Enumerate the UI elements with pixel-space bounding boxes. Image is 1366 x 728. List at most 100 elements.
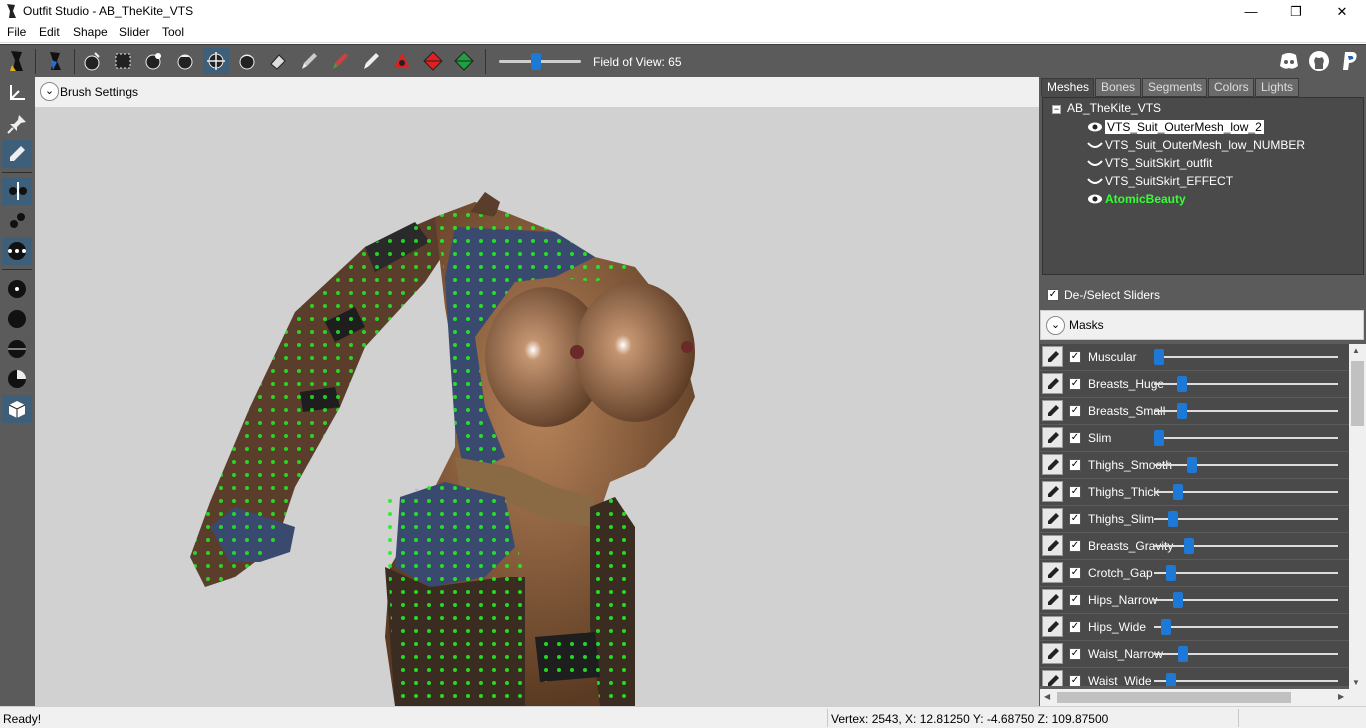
discord-button[interactable] bbox=[1276, 48, 1302, 74]
slider-edit-button[interactable] bbox=[1042, 427, 1063, 448]
outfit-mesh-render[interactable] bbox=[35, 107, 1039, 706]
slider-edit-button[interactable] bbox=[1042, 508, 1063, 529]
pin-tool-button[interactable] bbox=[2, 110, 32, 138]
slider-checkbox[interactable]: ✓ bbox=[1069, 486, 1081, 498]
slider-track[interactable] bbox=[1154, 626, 1338, 628]
mask-tool-button[interactable] bbox=[110, 48, 136, 74]
slider-thumb[interactable] bbox=[1176, 403, 1187, 419]
minimize-button[interactable]: — bbox=[1228, 0, 1274, 23]
pivot-tool-button[interactable] bbox=[420, 48, 446, 74]
slider-thumb[interactable] bbox=[1154, 430, 1164, 446]
slider-checkbox[interactable]: ✓ bbox=[1069, 378, 1081, 390]
eye-closed-icon[interactable] bbox=[1087, 175, 1103, 187]
slider-edit-button[interactable] bbox=[1042, 454, 1063, 475]
slider-track[interactable] bbox=[1154, 572, 1338, 574]
paypal-button[interactable] bbox=[1337, 48, 1363, 74]
masks-section[interactable]: ⌄ Masks bbox=[1040, 310, 1364, 340]
weld-tool-button[interactable] bbox=[2, 207, 32, 235]
slider-track[interactable] bbox=[1154, 545, 1338, 547]
scroll-left-icon[interactable]: ◀ bbox=[1044, 692, 1050, 701]
eye-icon[interactable] bbox=[1087, 193, 1103, 205]
erase-tool-button[interactable] bbox=[265, 48, 291, 74]
slider-checkbox[interactable]: ✓ bbox=[1069, 459, 1081, 471]
menu-edit[interactable]: Edit bbox=[39, 25, 60, 39]
slider-thumb[interactable] bbox=[1154, 349, 1164, 365]
select-tool-button[interactable] bbox=[79, 48, 105, 74]
tree-root[interactable]: AB_TheKite_VTS bbox=[1067, 101, 1161, 115]
vertex-tool-button[interactable] bbox=[451, 48, 477, 74]
slider-edit-button[interactable] bbox=[1042, 535, 1063, 556]
slider-checkbox[interactable]: ✓ bbox=[1069, 675, 1081, 686]
dots-tool-button[interactable] bbox=[2, 237, 32, 265]
slider-track[interactable] bbox=[1154, 356, 1338, 358]
menu-tool[interactable]: Tool bbox=[162, 25, 184, 39]
slider-track[interactable] bbox=[1154, 464, 1338, 466]
tree-item-reference[interactable]: AtomicBeauty bbox=[1087, 190, 1186, 207]
slider-edit-button[interactable] bbox=[1042, 670, 1063, 686]
slider-checkbox[interactable]: ✓ bbox=[1069, 351, 1081, 363]
slider-edit-button[interactable] bbox=[1042, 373, 1063, 394]
tree-item-mesh[interactable]: VTS_Suit_OuterMesh_low_2 bbox=[1087, 118, 1264, 135]
cube-tool-button[interactable] bbox=[2, 395, 32, 423]
slider-edit-button[interactable] bbox=[1042, 346, 1063, 367]
axis-tool-button[interactable] bbox=[2, 79, 32, 107]
logo-button[interactable] bbox=[4, 48, 30, 74]
eye-closed-icon[interactable] bbox=[1087, 157, 1103, 169]
half-dot-tool-button[interactable] bbox=[2, 335, 32, 363]
slider-thumb[interactable] bbox=[1183, 538, 1194, 554]
split-tool-button[interactable] bbox=[2, 177, 32, 205]
menu-slider[interactable]: Slider bbox=[119, 25, 150, 39]
tab-segments[interactable]: Segments bbox=[1142, 78, 1207, 97]
slider-edit-button[interactable] bbox=[1042, 589, 1063, 610]
partial-dot-tool-button[interactable] bbox=[2, 365, 32, 393]
maximize-button[interactable]: ❐ bbox=[1273, 0, 1319, 23]
move-tool-button[interactable] bbox=[203, 48, 229, 74]
tree-collapse-box[interactable]: − bbox=[1052, 105, 1061, 114]
slider-thumb[interactable] bbox=[1176, 376, 1187, 392]
slider-list-hscroll-thumb[interactable] bbox=[1057, 692, 1291, 703]
pencil-tool-button[interactable] bbox=[2, 140, 32, 168]
smooth-tool-button[interactable] bbox=[234, 48, 260, 74]
scroll-down-icon[interactable]: ▼ bbox=[1352, 678, 1360, 687]
small-dot-tool-button[interactable] bbox=[2, 275, 32, 303]
tree-item-mesh[interactable]: VTS_SuitSkirt_EFFECT bbox=[1087, 172, 1233, 189]
color-tool-button[interactable] bbox=[327, 48, 353, 74]
slider-thumb[interactable] bbox=[1178, 646, 1189, 662]
deselect-sliders-checkbox[interactable]: ✓ bbox=[1047, 289, 1059, 301]
3d-viewport[interactable]: ⌄ Brush Settings bbox=[35, 77, 1039, 706]
fov-slider-thumb[interactable] bbox=[531, 53, 541, 70]
slider-thumb[interactable] bbox=[1160, 619, 1171, 635]
slider-track[interactable] bbox=[1154, 437, 1338, 439]
slider-checkbox[interactable]: ✓ bbox=[1069, 405, 1081, 417]
alpha-tool-button[interactable] bbox=[358, 48, 384, 74]
scroll-right-icon[interactable]: ▶ bbox=[1338, 692, 1344, 701]
slider-thumb[interactable] bbox=[1173, 592, 1184, 608]
large-dot-tool-button[interactable] bbox=[2, 305, 32, 333]
menu-shape[interactable]: Shape bbox=[73, 25, 108, 39]
brush-settings-toggle[interactable]: ⌄ bbox=[40, 82, 59, 101]
menu-file[interactable]: File bbox=[7, 25, 26, 39]
deflate-tool-button[interactable] bbox=[172, 48, 198, 74]
brush-tool-button[interactable] bbox=[296, 48, 322, 74]
tab-colors[interactable]: Colors bbox=[1208, 78, 1254, 97]
slider-checkbox[interactable]: ✓ bbox=[1069, 513, 1081, 525]
github-button[interactable] bbox=[1306, 48, 1332, 74]
slider-track[interactable] bbox=[1154, 518, 1338, 520]
slider-thumb[interactable] bbox=[1167, 511, 1178, 527]
tab-meshes[interactable]: Meshes bbox=[1041, 78, 1094, 97]
slider-thumb[interactable] bbox=[1187, 457, 1198, 473]
eye-closed-icon[interactable] bbox=[1087, 139, 1103, 151]
close-button[interactable]: ✕ bbox=[1319, 0, 1365, 23]
slider-thumb[interactable] bbox=[1173, 484, 1184, 500]
slider-thumb[interactable] bbox=[1166, 565, 1177, 581]
inflate-tool-button[interactable] bbox=[141, 48, 167, 74]
slider-edit-button[interactable] bbox=[1042, 643, 1063, 664]
slider-edit-button[interactable] bbox=[1042, 481, 1063, 502]
slider-edit-button[interactable] bbox=[1042, 616, 1063, 637]
slider-list-scroll-thumb[interactable] bbox=[1351, 361, 1364, 426]
slider-checkbox[interactable]: ✓ bbox=[1069, 594, 1081, 606]
slider-edit-button[interactable] bbox=[1042, 400, 1063, 421]
slider-edit-button[interactable] bbox=[1042, 562, 1063, 583]
mesh-tool-button[interactable] bbox=[43, 48, 69, 74]
slider-checkbox[interactable]: ✓ bbox=[1069, 648, 1081, 660]
